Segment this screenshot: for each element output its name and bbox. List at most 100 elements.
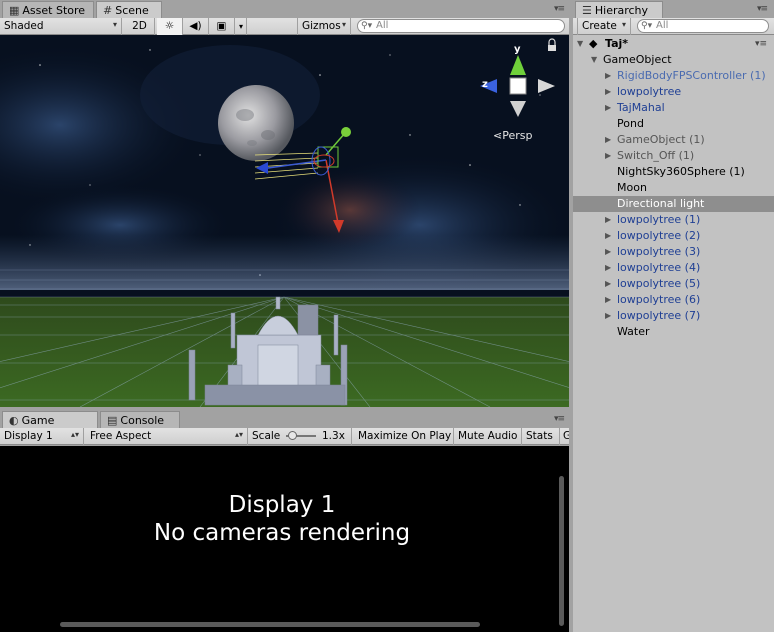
expand-arrow-icon[interactable]: ▶ — [605, 84, 611, 100]
expand-arrow-icon[interactable]: ▶ — [605, 212, 611, 228]
hierarchy-item[interactable]: NightSky360Sphere (1) — [573, 164, 774, 180]
scene-search-input[interactable]: ⚲▾ All — [357, 19, 565, 33]
gizmo-z-label: z — [482, 79, 488, 90]
hierarchy-item-label: lowpolytree (4) — [617, 261, 701, 274]
hierarchy-item[interactable]: Moon — [573, 180, 774, 196]
tab-game-label: Game — [21, 414, 55, 427]
store-icon: ▦ — [9, 4, 20, 17]
hierarchy-item[interactable]: ▶ Switch_Off (1) — [573, 148, 774, 164]
expand-arrow-icon[interactable]: ▶ — [605, 276, 611, 292]
hierarchy-item[interactable]: ▶ lowpolytree — [573, 84, 774, 100]
create-label: Create — [582, 20, 617, 32]
unity-scene-icon: ◆ — [589, 37, 598, 50]
maximize-on-play-toggle[interactable]: Maximize On Play — [354, 428, 454, 445]
tab-scene[interactable]: # Scene — [96, 1, 162, 18]
effects-toggle[interactable]: ▣ — [209, 18, 235, 35]
hierarchy-item[interactable]: Directional light — [573, 196, 774, 212]
aspect-dropdown[interactable]: Free Aspect ▴▾ — [86, 428, 248, 445]
gameobject-root-row[interactable]: ▼ GameObject — [573, 52, 774, 68]
toggle-2d-label: 2D — [132, 20, 147, 32]
shading-mode-dropdown[interactable]: Shaded ▾ — [0, 18, 122, 35]
toggle-2d-button[interactable]: 2D — [125, 18, 155, 35]
vertical-scrollbar[interactable] — [559, 476, 564, 626]
speaker-icon: ◀) — [189, 20, 202, 32]
hierarchy-item-label: NightSky360Sphere (1) — [617, 165, 745, 178]
game-no-camera-message: No cameras rendering — [153, 520, 411, 546]
scene-root-row[interactable]: ▼ ◆ Taj* ▾≡ — [573, 36, 774, 52]
dropdown-arrow-icon: ▴▾ — [234, 430, 243, 439]
game-viewport[interactable]: Display 1 No cameras rendering — [0, 446, 569, 632]
projection-label: Persp — [502, 129, 533, 142]
mute-audio-toggle[interactable]: Mute Audio — [454, 428, 522, 445]
stats-toggle[interactable]: Stats — [522, 428, 560, 445]
display-dropdown[interactable]: Display 1 ▴▾ — [0, 428, 84, 445]
expand-arrow-icon[interactable]: ▶ — [605, 260, 611, 276]
scene-menu-icon[interactable]: ▾≡ — [755, 36, 767, 52]
expand-arrow-icon[interactable]: ▶ — [605, 68, 611, 84]
scene-tabbar: ▦ Asset Store # Scene ▾≡ — [0, 0, 569, 18]
hierarchy-item[interactable]: ▶ lowpolytree (5) — [573, 276, 774, 292]
hierarchy-item[interactable]: Pond — [573, 116, 774, 132]
hierarchy-item[interactable]: ▶ lowpolytree (3) — [573, 244, 774, 260]
hierarchy-item[interactable]: ▶ lowpolytree (2) — [573, 228, 774, 244]
hierarchy-item[interactable]: ▶ lowpolytree (6) — [573, 292, 774, 308]
expand-arrow-icon[interactable]: ▼ — [577, 36, 583, 52]
hierarchy-item[interactable]: ▶ GameObject (1) — [573, 132, 774, 148]
expand-arrow-icon[interactable]: ▶ — [605, 292, 611, 308]
dropdown-arrow-icon: ▴▾ — [70, 430, 79, 439]
gameobject-root-label: GameObject — [603, 53, 672, 66]
gizmos-dropdown[interactable]: Gizmos ▾ — [297, 18, 351, 35]
dropdown-arrow-icon: ▾ — [621, 20, 626, 29]
audio-toggle[interactable]: ◀) — [183, 18, 209, 35]
hierarchy-item-label: Pond — [617, 117, 644, 130]
expand-arrow-icon[interactable]: ▶ — [605, 228, 611, 244]
hierarchy-item[interactable]: Water — [573, 324, 774, 340]
game-panel-menu-icon[interactable]: ▾≡ — [554, 414, 565, 424]
gizmos-toggle-game[interactable]: G — [561, 428, 569, 445]
search-icon: ⚲▾ — [361, 21, 373, 31]
hierarchy-item[interactable]: ▶ lowpolytree (1) — [573, 212, 774, 228]
scene-panel-menu-icon[interactable]: ▾≡ — [554, 4, 565, 14]
tab-hierarchy-label: Hierarchy — [594, 4, 649, 17]
persp-icon: ⋖ — [493, 129, 503, 142]
hierarchy-item-label: Moon — [617, 181, 647, 194]
hierarchy-item[interactable]: ▶ TajMahal — [573, 100, 774, 116]
tab-console-label: Console — [120, 414, 165, 427]
effects-dropdown[interactable]: ▾ — [235, 18, 247, 35]
hierarchy-panel: ▼ ◆ Taj* ▾≡ ▼ GameObject ▶ RigidBodyFPSCo… — [573, 35, 774, 632]
scale-slider[interactable] — [286, 431, 316, 440]
hierarchy-item-label: lowpolytree (7) — [617, 309, 701, 322]
expand-arrow-icon[interactable]: ▶ — [605, 148, 611, 164]
projection-toggle[interactable]: ⋖Persp — [493, 129, 532, 142]
expand-arrow-icon[interactable]: ▶ — [605, 100, 611, 116]
game-toolbar: Display 1 ▴▾ Free Aspect ▴▾ Scale 1.3x M… — [0, 428, 569, 445]
stats-label: Stats — [526, 430, 553, 442]
scale-slider-thumb[interactable] — [288, 431, 297, 440]
hierarchy-item[interactable]: ▶ RigidBodyFPSController (1) — [573, 68, 774, 84]
expand-arrow-icon[interactable]: ▶ — [605, 308, 611, 324]
hierarchy-item[interactable]: ▶ lowpolytree (7) — [573, 308, 774, 324]
shading-mode-value: Shaded — [4, 20, 44, 32]
scene-viewport[interactable]: y z ⋖Persp — [0, 35, 569, 407]
create-dropdown[interactable]: Create ▾ — [577, 18, 631, 35]
console-icon: ▤ — [107, 414, 118, 427]
hierarchy-search-input[interactable]: ⚲▾ All — [637, 19, 769, 33]
lighting-toggle[interactable]: ☼ — [157, 18, 183, 35]
tab-hierarchy[interactable]: ☰ Hierarchy — [575, 1, 663, 18]
hierarchy-item[interactable]: ▶ lowpolytree (4) — [573, 260, 774, 276]
hierarchy-panel-menu-icon[interactable]: ▾≡ — [757, 4, 768, 14]
dropdown-arrow-icon: ▾ — [239, 22, 244, 31]
maximize-label: Maximize On Play — [358, 430, 452, 442]
tab-game[interactable]: ◐ Game — [2, 411, 98, 428]
tab-asset-store[interactable]: ▦ Asset Store — [2, 1, 94, 18]
expand-arrow-icon[interactable]: ▶ — [605, 132, 611, 148]
horizontal-scrollbar[interactable] — [60, 622, 480, 627]
moon-object — [218, 85, 294, 161]
image-icon: ▣ — [216, 20, 227, 32]
scene-render — [0, 35, 569, 407]
sun-icon: ☼ — [164, 20, 175, 32]
expand-arrow-icon[interactable]: ▶ — [605, 244, 611, 260]
tab-console[interactable]: ▤ Console — [100, 411, 180, 428]
hierarchy-item-label: Water — [617, 325, 650, 338]
expand-arrow-icon[interactable]: ▼ — [591, 52, 597, 68]
